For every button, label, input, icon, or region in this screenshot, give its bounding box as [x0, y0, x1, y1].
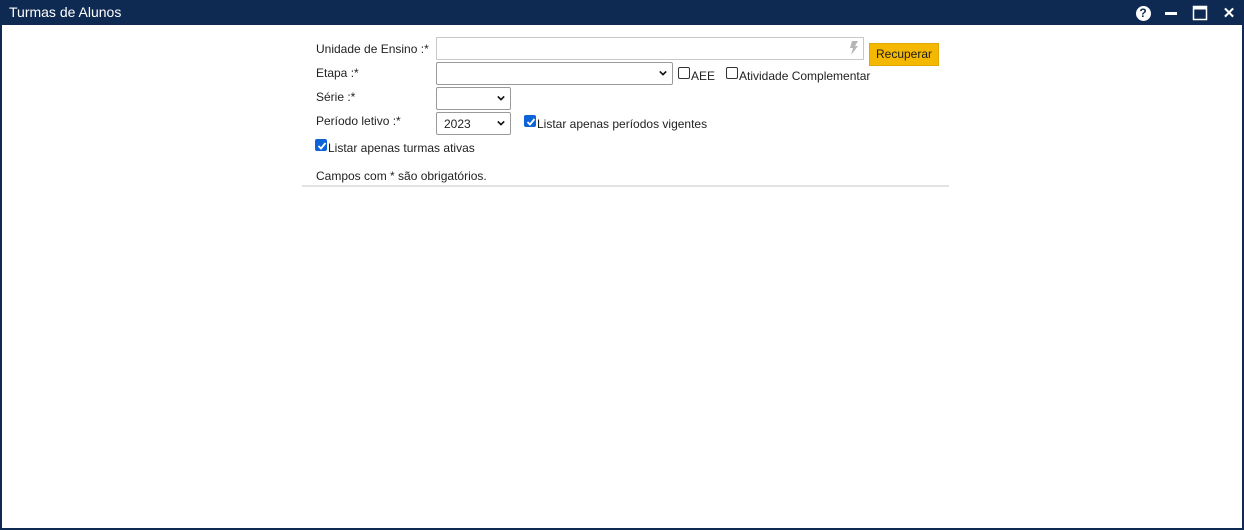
turmas-ativas-checkbox[interactable] — [315, 139, 327, 151]
turmas-ativas-label: Listar apenas turmas ativas — [328, 141, 475, 155]
chevron-down-icon — [497, 120, 505, 126]
vigentes-checkbox[interactable] — [524, 115, 536, 127]
window-frame: Turmas de Alunos ? ✕ Unidade de Ensino :… — [0, 0, 1244, 530]
unidade-label: Unidade de Ensino :* — [316, 42, 429, 56]
checkmark-icon — [526, 118, 536, 126]
periodo-label: Período letivo :* — [316, 114, 401, 128]
close-button[interactable]: ✕ — [1220, 4, 1238, 22]
aee-checkbox[interactable] — [678, 67, 690, 79]
chevron-down-icon — [497, 95, 505, 101]
maximize-icon — [1192, 5, 1208, 21]
maximize-button[interactable] — [1191, 4, 1209, 22]
aee-label: AEE — [691, 69, 716, 83]
etapa-select[interactable] — [436, 62, 673, 85]
lightning-icon — [850, 41, 858, 55]
serie-select[interactable] — [436, 87, 511, 110]
periodo-select[interactable]: 2023 — [436, 112, 511, 135]
form-divider — [302, 185, 949, 187]
minimize-button[interactable] — [1162, 4, 1180, 22]
atividade-complementar-label: Atividade Complementar — [739, 69, 871, 83]
recuperar-button[interactable]: Recuperar — [869, 43, 939, 66]
help-button[interactable]: ? — [1134, 4, 1152, 22]
periodo-value: 2023 — [444, 117, 471, 131]
required-fields-note: Campos com * são obrigatórios. — [316, 169, 487, 183]
vigentes-label: Listar apenas períodos vigentes — [537, 117, 708, 131]
window-title: Turmas de Alunos — [9, 4, 122, 20]
minimize-icon — [1165, 12, 1177, 15]
etapa-label: Etapa :* — [316, 66, 359, 80]
title-bar: Turmas de Alunos ? ✕ — [2, 0, 1244, 25]
chevron-down-icon — [659, 70, 667, 76]
close-icon: ✕ — [1222, 5, 1236, 22]
help-icon: ? — [1135, 5, 1151, 21]
serie-label: Série :* — [316, 90, 356, 104]
atividade-complementar-checkbox[interactable] — [726, 67, 738, 79]
checkmark-icon — [317, 142, 327, 150]
unidade-input[interactable] — [436, 37, 864, 60]
